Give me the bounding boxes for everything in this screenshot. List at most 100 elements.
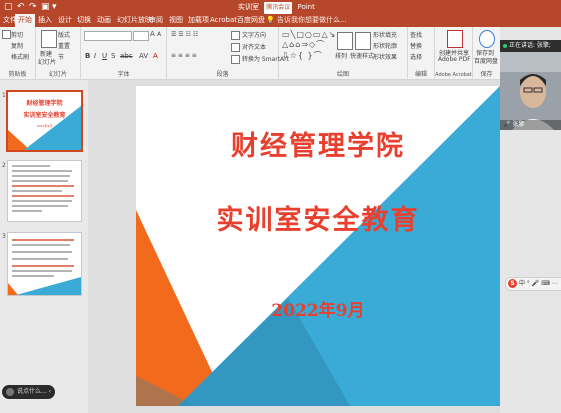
- text-direction-button[interactable]: 文字方向: [231, 30, 266, 40]
- video-wall: [500, 52, 561, 72]
- undo-icon[interactable]: ↶: [17, 1, 25, 13]
- acrobat-group-label: Adobe Acrobat: [435, 72, 472, 78]
- font-size-combobox[interactable]: [133, 31, 149, 41]
- window-title: 实训室 腾讯会议 Point: [238, 1, 315, 14]
- ribbon: 剪切 复制 格式刷 剪贴板 新建 幻灯片 版式 重置 节 幻灯片 A A B I…: [0, 27, 561, 80]
- shape-effects-button[interactable]: 形状效果: [373, 52, 397, 61]
- thumb2-line: [12, 170, 72, 172]
- smartart-icon: [231, 55, 240, 64]
- customize-dropdown-icon[interactable]: ▾: [52, 1, 57, 13]
- section-button[interactable]: 节: [58, 52, 64, 61]
- align-icons[interactable]: ≡ ≡ ≡ ≡: [171, 52, 197, 59]
- bold-icon[interactable]: B: [85, 52, 90, 60]
- format-painter-button[interactable]: 格式刷: [11, 52, 29, 61]
- ime-toolbar[interactable]: S中 ° 🎤 ⌨ ⋯: [505, 277, 561, 291]
- copy-button[interactable]: 复制: [11, 41, 23, 50]
- participant-video[interactable]: [500, 52, 561, 130]
- format-painter-label: 格式刷: [11, 54, 30, 61]
- find-button[interactable]: 查找: [410, 30, 422, 39]
- slide-thumbnail-3[interactable]: [7, 232, 82, 296]
- editing-group-label: 编辑: [414, 71, 427, 78]
- increase-font-icon[interactable]: A: [150, 30, 155, 38]
- present-icon[interactable]: ▣: [41, 1, 50, 13]
- font-color-icon[interactable]: A: [153, 52, 158, 60]
- quick-styles-icon[interactable]: [355, 32, 371, 50]
- thumb2-line: [12, 190, 62, 192]
- new-slide-button-line2[interactable]: 幻灯片: [38, 57, 56, 66]
- thumb2-line: [12, 205, 68, 207]
- select-button[interactable]: 选择: [410, 52, 422, 61]
- group-editing: 查找 替换 选择 编辑: [408, 27, 435, 79]
- slide-title-line1[interactable]: 财经管理学院: [136, 124, 500, 163]
- thumb3-blue-shape: [16, 277, 81, 295]
- decrease-font-icon[interactable]: A: [157, 31, 161, 38]
- font-name-combobox[interactable]: [84, 31, 132, 41]
- arrange-button[interactable]: 排列: [335, 51, 347, 60]
- align-text-button[interactable]: 对齐文本: [231, 42, 266, 52]
- adobe-pdf-button[interactable]: Adobe PDF: [438, 56, 471, 63]
- thumb-number-3: 3: [2, 233, 6, 240]
- tab-transitions[interactable]: 切换: [74, 14, 94, 27]
- speaking-indicator: 正在讲话: 张擎;: [500, 40, 561, 52]
- pdf-icon[interactable]: [447, 30, 463, 48]
- tell-me-text: 告诉我你想要做什么...: [276, 16, 347, 24]
- thumb1-title2: 实训室安全教育: [23, 112, 66, 119]
- thumb2-line: [12, 180, 68, 182]
- speaking-dot-icon: [503, 43, 507, 48]
- italic-icon[interactable]: I: [94, 52, 96, 60]
- thumb2-line: [12, 175, 70, 177]
- char-spacing-icon[interactable]: AV: [139, 52, 148, 60]
- chat-input-placeholder: 说点什么...: [17, 388, 47, 395]
- meeting-tag: 腾讯会议: [264, 2, 293, 14]
- tab-view[interactable]: 视图: [166, 14, 186, 27]
- thumb-number-2: 2: [2, 162, 6, 169]
- chat-input-bubble[interactable]: 说点什么... ‹: [2, 385, 55, 399]
- redo-icon[interactable]: ↷: [29, 1, 37, 13]
- shape-fill-button[interactable]: 形状填充: [373, 30, 397, 39]
- shape-outline-button[interactable]: 形状轮廓: [373, 41, 397, 50]
- arrange-icon[interactable]: [337, 32, 353, 50]
- replace-button[interactable]: 替换: [410, 41, 422, 50]
- paste-icon: [2, 30, 11, 39]
- thumb1-title1: 财经管理学院: [26, 100, 63, 107]
- ime-items[interactable]: 中 ° 🎤 ⌨ ⋯: [519, 280, 558, 287]
- shadow-icon[interactable]: S: [111, 52, 115, 60]
- quick-styles-button[interactable]: 快速样式: [350, 51, 374, 60]
- save-icon[interactable]: ▢: [4, 1, 13, 13]
- slide-thumbnail-pane: 1 财经管理学院 实训室安全教育 2022年9月 2 3: [0, 80, 88, 413]
- font-group-label: 字体: [117, 71, 130, 78]
- slide-thumbnail-2[interactable]: [7, 160, 82, 222]
- cut-button[interactable]: 剪切: [11, 30, 23, 39]
- tab-animations[interactable]: 动画: [94, 14, 114, 27]
- thumb3-graphic: [8, 277, 81, 295]
- shapes-gallery[interactable]: ▭╲□○▭△↘ △⌂⌂⇒◇⌒ ⇩☆{ }⌒: [282, 30, 336, 61]
- reset-button[interactable]: 重置: [58, 41, 70, 50]
- title-bar: ▢ ↶ ↷ ▣ ▾ 实训室 腾讯会议 Point: [0, 0, 561, 14]
- strikethrough-icon[interactable]: abc: [120, 52, 133, 60]
- tab-baidu[interactable]: 百度网盘: [234, 14, 268, 27]
- tab-home[interactable]: 开始: [15, 14, 35, 27]
- slides-group-label: 幻灯片: [48, 71, 67, 78]
- group-slides: 新建 幻灯片 版式 重置 节 幻灯片: [36, 27, 81, 79]
- tab-review[interactable]: 审阅: [146, 14, 166, 27]
- bullets-icon[interactable]: ☰ ☰ ☷ ☷: [171, 31, 198, 38]
- copy-label: 复制: [11, 43, 24, 50]
- current-slide[interactable]: 财经管理学院 实训室安全教育 2022年9月: [136, 86, 500, 406]
- paragraph-group-label: 段落: [216, 71, 229, 78]
- group-paragraph: ☰ ☰ ☷ ☷ ≡ ≡ ≡ ≡ 文字方向 对齐文本 转换为 SmartArt 段…: [167, 27, 289, 79]
- slide-date[interactable]: 2022年9月: [136, 296, 500, 321]
- tell-me-search[interactable]: 💡 告诉我你想要做什么...: [266, 14, 347, 27]
- thumb3-orange-shape: [8, 283, 18, 295]
- slide-title-line2[interactable]: 实训室安全教育: [136, 198, 500, 237]
- participant-video-frame: [500, 52, 561, 130]
- new-slide-icon[interactable]: [41, 30, 57, 48]
- underline-icon[interactable]: U: [102, 52, 107, 60]
- thumb2-line: [12, 165, 50, 167]
- tab-insert[interactable]: 插入: [35, 14, 55, 27]
- layout-button[interactable]: 版式: [58, 30, 70, 39]
- align-text-label: 对齐文本: [242, 44, 267, 51]
- tab-design[interactable]: 设计: [55, 14, 75, 27]
- slide-thumbnail-1[interactable]: 财经管理学院 实训室安全教育 2022年9月: [6, 90, 83, 152]
- baidu-pan-button[interactable]: 百度网盘: [474, 56, 498, 65]
- baidu-cloud-icon[interactable]: [479, 30, 495, 48]
